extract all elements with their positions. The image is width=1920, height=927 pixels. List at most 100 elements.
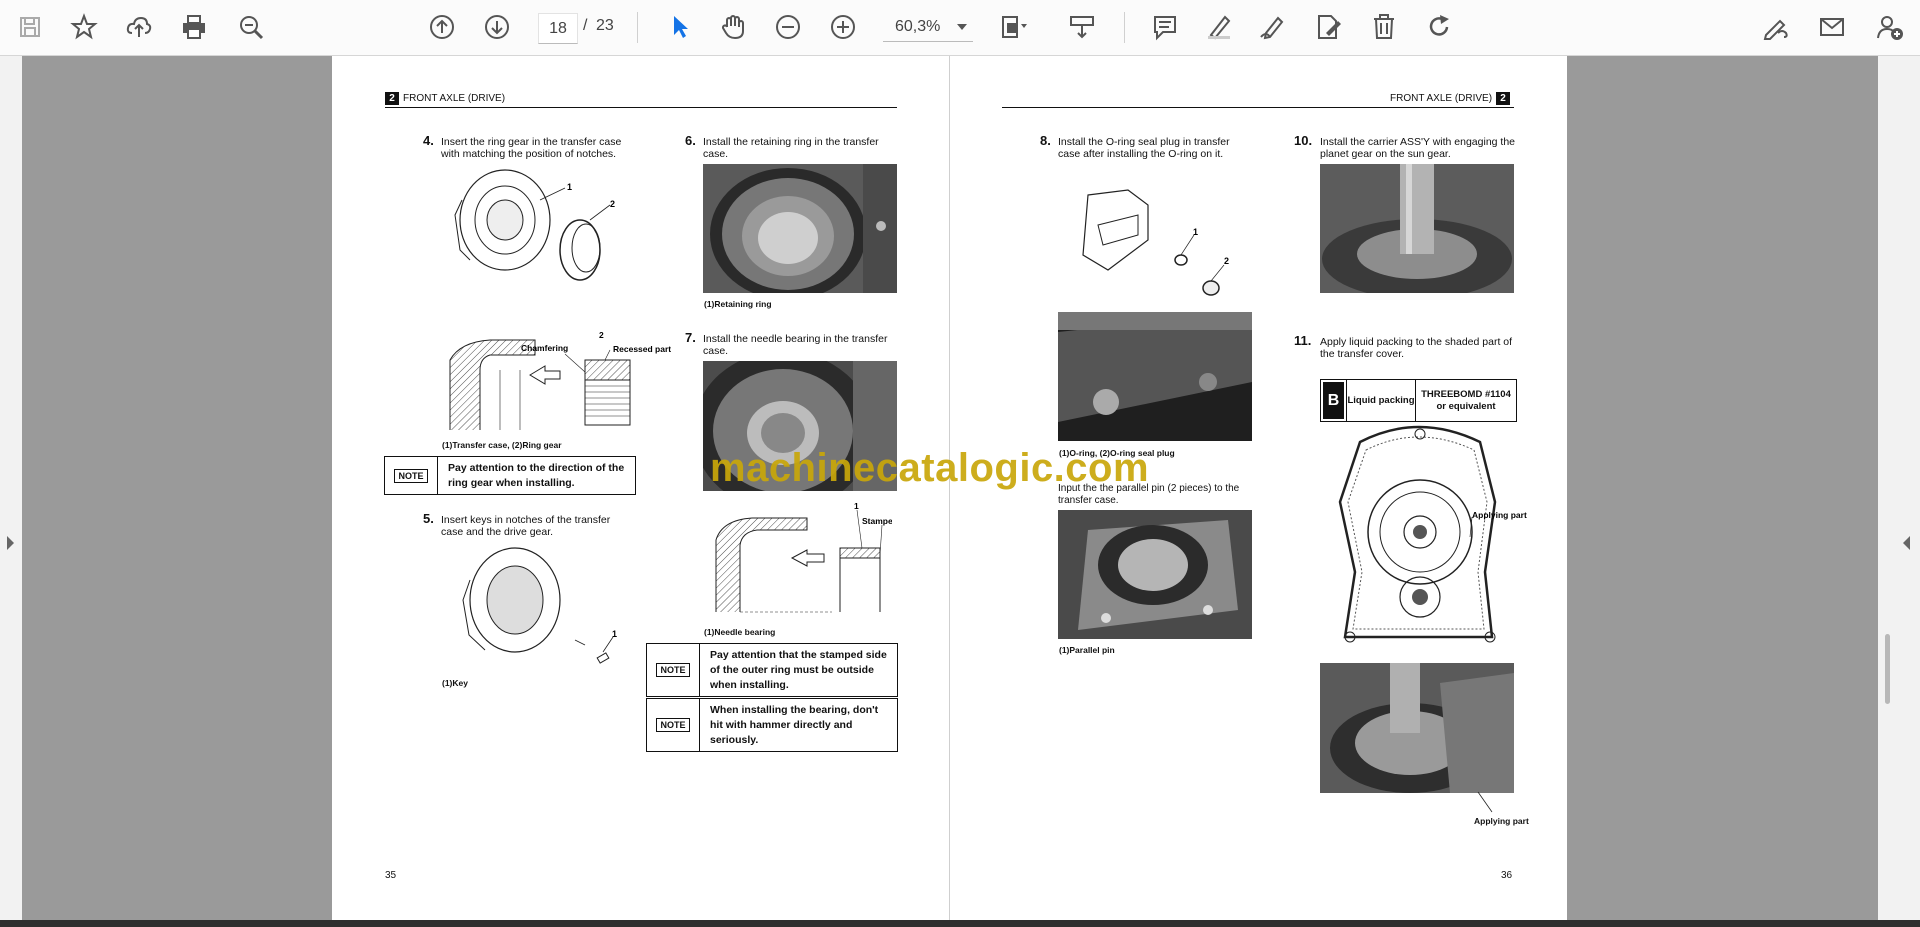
page-separator: / bbox=[583, 17, 588, 34]
add-user-icon[interactable] bbox=[1874, 11, 1906, 43]
note-box: NOTE When installing the bearing, don't … bbox=[646, 698, 898, 752]
carrier-assy-photo bbox=[1320, 164, 1514, 293]
figure-caption: (1)Key bbox=[442, 678, 468, 688]
note-tag: NOTE bbox=[385, 457, 438, 494]
callout-2: 2 bbox=[599, 330, 604, 340]
step-number: 11. bbox=[1294, 333, 1312, 348]
zoom-out-icon[interactable] bbox=[772, 11, 804, 43]
right-panel-toggle[interactable] bbox=[1878, 56, 1920, 920]
step-number: 5. bbox=[423, 511, 434, 526]
bottom-edge bbox=[0, 920, 1920, 927]
retaining-ring-photo bbox=[703, 164, 897, 293]
step-text: Install the O-ring seal plug in transfer… bbox=[1058, 136, 1230, 160]
step-text: Install the carrier ASS'Y with engaging … bbox=[1320, 136, 1516, 160]
toolbar-divider bbox=[637, 12, 638, 43]
ring-gear-drawing: 1 2 bbox=[454, 169, 615, 281]
rotate-icon[interactable] bbox=[1423, 11, 1455, 43]
callout-1: 1 bbox=[1193, 227, 1198, 237]
page-number: 35 bbox=[385, 870, 397, 881]
sign-icon[interactable] bbox=[1760, 11, 1792, 43]
hand-tool-icon[interactable] bbox=[717, 11, 749, 43]
page-number-input[interactable]: 18 bbox=[538, 13, 578, 44]
pdf-toolbar: 18 / 23 60,3% bbox=[0, 0, 1920, 56]
header-rule bbox=[1002, 107, 1514, 108]
figure-caption: (1)Parallel pin bbox=[1059, 645, 1115, 655]
table-cell: Liquid packing bbox=[1346, 380, 1415, 421]
note-text: Pay attention to the direction of the ri… bbox=[448, 461, 625, 489]
highlight-pen-icon[interactable] bbox=[1203, 11, 1235, 43]
draw-pen-icon[interactable] bbox=[1256, 11, 1288, 43]
print-icon[interactable] bbox=[178, 11, 210, 43]
page-fit-icon[interactable] bbox=[997, 11, 1029, 43]
bookmark-star-icon[interactable] bbox=[68, 11, 100, 43]
page-header-right: FRONT AXLE (DRIVE) 2 bbox=[1390, 92, 1511, 105]
figure-caption: (1)Retaining ring bbox=[704, 299, 772, 309]
step-number: 10. bbox=[1294, 133, 1313, 148]
chapter-number: 2 bbox=[1496, 92, 1511, 105]
note-box: NOTE Pay attention to the direction of t… bbox=[384, 456, 636, 495]
table-letter-badge: B bbox=[1320, 379, 1347, 422]
chapter-title: FRONT AXLE (DRIVE) bbox=[403, 93, 506, 104]
edit-document-icon[interactable] bbox=[1312, 11, 1344, 43]
step-number: 6. bbox=[685, 133, 696, 148]
callout-2: 2 bbox=[1224, 256, 1229, 266]
step-text: Insert keys in notches of the transfer c… bbox=[441, 514, 611, 538]
next-page-icon[interactable] bbox=[481, 11, 513, 43]
figure-caption: (1)Transfer case, (2)Ring gear bbox=[442, 440, 562, 450]
step-number: 7. bbox=[685, 330, 696, 345]
total-pages: 23 bbox=[596, 17, 614, 34]
note-text: Pay attention that the stamped side of t… bbox=[710, 648, 887, 691]
zoom-level-select[interactable]: 60,3% bbox=[883, 13, 973, 42]
parallel-pin-photo bbox=[1058, 510, 1252, 639]
page-header-left: 2 FRONT AXLE (DRIVE) bbox=[385, 92, 505, 105]
zoom-level-value: 60,3% bbox=[895, 18, 941, 35]
step-text: Install the retaining ring in the transf… bbox=[703, 136, 879, 160]
delete-trash-icon[interactable] bbox=[1368, 11, 1400, 43]
chapter-number: 2 bbox=[385, 92, 399, 105]
needle-bearing-drawing: 1 Stamped side bbox=[715, 501, 892, 613]
label-chamfering: Chamfering bbox=[521, 343, 568, 353]
header-rule bbox=[385, 107, 897, 108]
transfer-cover-photo bbox=[1320, 663, 1514, 793]
note-text: When installing the bearing, don't hit w… bbox=[710, 703, 879, 746]
zoom-in-icon[interactable] bbox=[827, 11, 859, 43]
email-icon[interactable] bbox=[1816, 11, 1848, 43]
scrollbar-thumb[interactable] bbox=[1885, 634, 1890, 704]
note-tag: NOTE bbox=[647, 699, 700, 751]
table-cell: THREEBOMD #1104 or equivalent bbox=[1415, 380, 1516, 421]
oring-plug-photo bbox=[1058, 312, 1252, 441]
callout-2: 2 bbox=[610, 199, 615, 209]
page-number: 36 bbox=[1501, 870, 1513, 881]
oring-plug-drawing: 1 2 bbox=[1082, 189, 1229, 296]
key-drawing: 1 bbox=[462, 547, 617, 664]
expand-left-icon[interactable] bbox=[7, 536, 14, 550]
liquid-packing-table: B Liquid packing THREEBOMD #1104 or equi… bbox=[1320, 379, 1517, 422]
note-tag: NOTE bbox=[647, 644, 700, 696]
chevron-down-icon bbox=[957, 24, 967, 30]
transfer-cover-drawing: Applying part bbox=[1338, 425, 1527, 643]
step-text: Insert the ring gear in the transfer cas… bbox=[441, 136, 622, 160]
callout-1: 1 bbox=[567, 182, 572, 192]
select-cursor-icon[interactable] bbox=[664, 11, 696, 43]
scroll-mode-icon[interactable] bbox=[1066, 11, 1098, 43]
step-text: Apply liquid packing to the shaded part … bbox=[1320, 336, 1513, 360]
label-applying-part: Applying part bbox=[1474, 816, 1529, 826]
upload-cloud-icon[interactable] bbox=[123, 11, 155, 43]
label-stamped-side: Stamped side bbox=[862, 516, 892, 526]
comment-icon[interactable] bbox=[1149, 11, 1181, 43]
previous-page-icon[interactable] bbox=[426, 11, 458, 43]
save-icon[interactable] bbox=[14, 11, 46, 43]
expand-right-icon[interactable] bbox=[1903, 536, 1910, 550]
zoom-search-icon[interactable] bbox=[235, 11, 267, 43]
figure-caption: (1)Needle bearing bbox=[704, 627, 776, 637]
left-panel-toggle[interactable] bbox=[0, 56, 22, 920]
callout-1: 1 bbox=[854, 501, 859, 511]
ring-gear-section-drawing: Chamfering 2 Recessed part bbox=[449, 330, 671, 430]
step-number: 8. bbox=[1040, 133, 1051, 148]
label-applying-part: Applying part bbox=[1472, 510, 1527, 520]
label-recessed-part: Recessed part bbox=[613, 344, 671, 354]
callout-1: 1 bbox=[612, 629, 617, 639]
step-number: 4. bbox=[423, 133, 434, 148]
chapter-title: FRONT AXLE (DRIVE) bbox=[1390, 93, 1493, 104]
note-box: NOTE Pay attention that the stamped side… bbox=[646, 643, 898, 697]
